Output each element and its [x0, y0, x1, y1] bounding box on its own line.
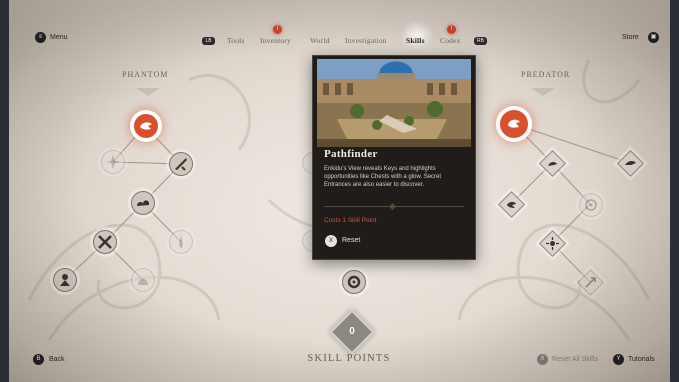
claw-icon	[548, 161, 557, 166]
target-icon	[585, 199, 597, 211]
b-button-icon: B	[33, 354, 44, 365]
skill-node-predator-eagle[interactable]	[499, 109, 529, 139]
skill-points-count: 0	[349, 326, 355, 337]
reset-label: Reset	[342, 237, 361, 244]
shuriken-icon	[106, 155, 120, 169]
skill-node-phantom-6[interactable]	[169, 230, 193, 254]
skill-node-eagle-sigil[interactable]	[133, 113, 159, 139]
blade-icon	[175, 158, 187, 171]
eagle-sigil-icon	[140, 122, 152, 130]
skill-node-phantom-8[interactable]	[131, 268, 155, 292]
skill-node-phantom-4[interactable]	[131, 191, 155, 215]
hood-icon	[138, 279, 148, 285]
x-button-icon: X	[325, 235, 337, 247]
skill-description: Enkidu's View reveals Keys and highlight…	[324, 166, 442, 189]
tutorials-label: Tutorials	[628, 356, 655, 363]
sun-icon	[546, 237, 559, 250]
crossed-blades-icon	[98, 235, 112, 249]
skill-node-phantom-2[interactable]	[101, 150, 125, 174]
skill-node-phantom-3[interactable]	[169, 152, 193, 176]
back-label: Back	[49, 356, 65, 363]
skill-node-phantom-7[interactable]	[53, 268, 77, 292]
reset-all-button-icon: X	[537, 354, 548, 365]
skill-detail-card: Pathfinder Enkidu's View reveals Keys an…	[312, 55, 476, 260]
skill-node-predator-5[interactable]	[579, 193, 603, 217]
divider-ornament-icon	[388, 202, 397, 211]
skill-preview-image	[317, 59, 471, 147]
skill-points-label: SKILL POINTS	[307, 353, 391, 364]
skill-node-center-3[interactable]	[342, 270, 366, 294]
game-screen: ≡ Menu Store ▣ LB RB Tools Inventory ! W…	[9, 0, 670, 382]
y-button-icon: Y	[613, 354, 624, 365]
wing-icon	[625, 160, 636, 165]
dagger-icon	[179, 235, 183, 249]
smoke-icon	[137, 200, 150, 206]
card-divider	[324, 202, 464, 211]
skill-title: Pathfinder	[324, 148, 378, 160]
palace-courtyard-illustration	[317, 59, 471, 147]
skill-cost: Costs 1 Skill Point	[324, 217, 377, 224]
assassin-icon	[60, 274, 70, 286]
arrow-icon	[585, 277, 596, 288]
reset-all-label: Reset All Skills	[552, 356, 598, 363]
skill-node-phantom-5[interactable]	[93, 230, 117, 254]
eagle-head-icon	[508, 119, 520, 128]
bird-icon	[507, 201, 516, 208]
gear-icon	[347, 275, 361, 289]
